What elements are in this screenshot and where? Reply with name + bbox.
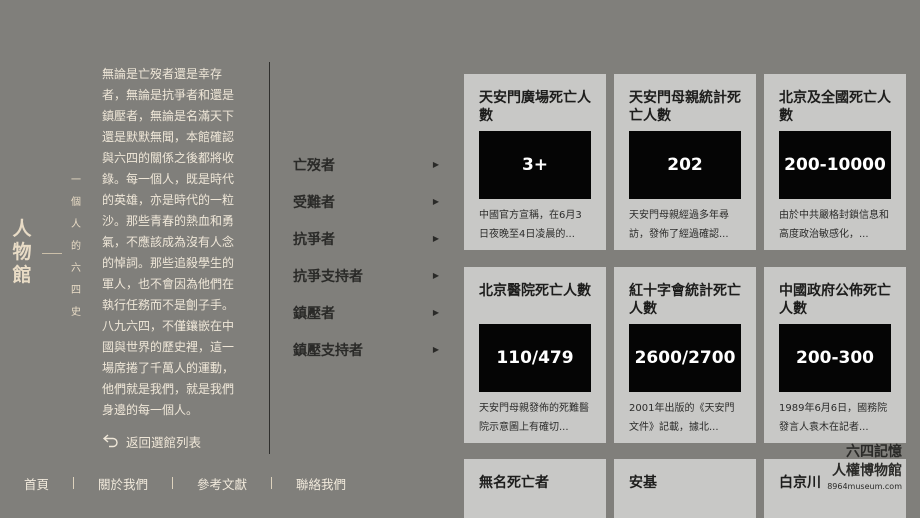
category-label: 亡歿者: [293, 157, 335, 174]
caret-right-icon: ▶: [432, 308, 439, 317]
person-card[interactable]: 無名死亡者: [464, 459, 606, 518]
category-label: 抗爭者: [293, 231, 335, 248]
title-divider: [42, 253, 62, 254]
category-label: 鎮壓者: [293, 305, 335, 322]
caret-right-icon: ▶: [432, 345, 439, 354]
hall-intro-text: 無論是亡歿者還是幸存者，無論是抗爭者和還是鎮壓者，無論是名滿天下還是默默無聞，本…: [102, 67, 235, 417]
footer-link-contact[interactable]: 聯絡我們: [296, 474, 346, 493]
caret-right-icon: ▶: [432, 271, 439, 280]
category-item-protest-supporters[interactable]: 抗爭支持者 ▶: [293, 257, 443, 294]
card-value: 110/479: [479, 324, 591, 392]
category-item-deceased[interactable]: 亡歿者 ▶: [293, 146, 443, 183]
footer-link-about[interactable]: 關於我們: [98, 474, 148, 493]
stat-card[interactable]: 天安門廣場死亡人數 3+ 中國官方宣稱，在6月3日夜晚至4日凌晨的...: [464, 74, 606, 250]
category-item-suppression-supporters[interactable]: 鎮壓支持者 ▶: [293, 331, 443, 368]
back-to-halls-link[interactable]: 返回選館列表: [102, 430, 201, 452]
footer-link-references[interactable]: 參考文獻: [197, 474, 247, 493]
card-value: 202: [629, 131, 741, 199]
category-list: 亡歿者 ▶ 受難者 ▶ 抗爭者 ▶ 抗爭支持者 ▶ 鎮壓者 ▶ 鎮壓支持者 ▶: [293, 146, 443, 368]
card-title: 安基: [629, 475, 657, 491]
stat-card[interactable]: 天安門母親統計死亡人數 202 天安門母親經過多年尋訪，發佈了經過確認...: [614, 74, 756, 250]
footer-nav: 首頁 關於我們 參考文獻 聯絡我們: [0, 472, 346, 494]
footer-link-home[interactable]: 首頁: [24, 474, 49, 493]
person-card[interactable]: 安基: [614, 459, 756, 518]
museum-logo[interactable]: 六四記憶 人權博物館 8964museum.com: [822, 443, 902, 493]
card-description: 中國官方宣稱，在6月3日夜晚至4日凌晨的...: [479, 210, 582, 240]
caret-right-icon: ▶: [432, 197, 439, 206]
return-arrow-icon: [102, 432, 120, 451]
stat-card[interactable]: 紅十字會統計死亡人數 2600/2700 2001年出版的《天安門文件》記載，據…: [614, 267, 756, 443]
card-title: 無名死亡者: [479, 475, 549, 491]
category-label: 鎮壓支持者: [293, 342, 363, 359]
category-item-victims[interactable]: 受難者 ▶: [293, 183, 443, 220]
card-description: 天安門母親經過多年尋訪，發佈了經過確認...: [629, 210, 729, 240]
card-title: 北京及全國死亡人數: [779, 90, 891, 124]
hall-title: 人物館: [12, 218, 32, 286]
card-description: 1989年6月6日，國務院發言人袁木在記者...: [779, 403, 888, 433]
footer-separator: [73, 477, 75, 489]
card-title: 北京醫院死亡人數: [479, 283, 591, 299]
caret-right-icon: ▶: [432, 160, 439, 169]
card-description: 2001年出版的《天安門文件》記載，據北...: [629, 403, 735, 433]
category-item-suppressors[interactable]: 鎮壓者 ▶: [293, 294, 443, 331]
card-description: 天安門母親發佈的死難醫院示意圖上有確切...: [479, 403, 589, 433]
card-value: 3+: [479, 131, 591, 199]
card-value: 200-300: [779, 324, 891, 392]
card-title: 天安門廣場死亡人數: [479, 90, 591, 124]
card-title: 紅十字會統計死亡人數: [629, 283, 741, 317]
card-title: 中國政府公佈死亡人數: [779, 283, 891, 317]
category-label: 抗爭支持者: [293, 268, 363, 285]
logo-line-2: 人權博物館: [832, 463, 902, 479]
caret-right-icon: ▶: [432, 234, 439, 243]
hall-subtitle: 一個人的六四史: [71, 175, 81, 318]
vertical-divider: [269, 62, 270, 454]
card-value: 200-10000: [779, 131, 891, 199]
stat-card[interactable]: 北京及全國死亡人數 200-10000 由於中共嚴格封鎖信息和高度政治敏感化，.…: [764, 74, 906, 250]
footer-separator: [172, 477, 174, 489]
stat-card[interactable]: 中國政府公佈死亡人數 200-300 1989年6月6日，國務院發言人袁木在記者…: [764, 267, 906, 443]
logo-url: 8964museum.com: [827, 482, 902, 491]
category-item-protesters[interactable]: 抗爭者 ▶: [293, 220, 443, 257]
card-description: 由於中共嚴格封鎖信息和高度政治敏感化，...: [779, 210, 889, 240]
card-title: 天安門母親統計死亡人數: [629, 90, 741, 124]
category-label: 受難者: [293, 194, 335, 211]
footer-separator: [271, 477, 273, 489]
card-value: 2600/2700: [629, 324, 741, 392]
logo-line-1: 六四記憶: [846, 444, 902, 460]
back-link-label: 返回選館列表: [126, 434, 202, 450]
stat-card[interactable]: 北京醫院死亡人數 110/479 天安門母親發佈的死難醫院示意圖上有確切...: [464, 267, 606, 443]
